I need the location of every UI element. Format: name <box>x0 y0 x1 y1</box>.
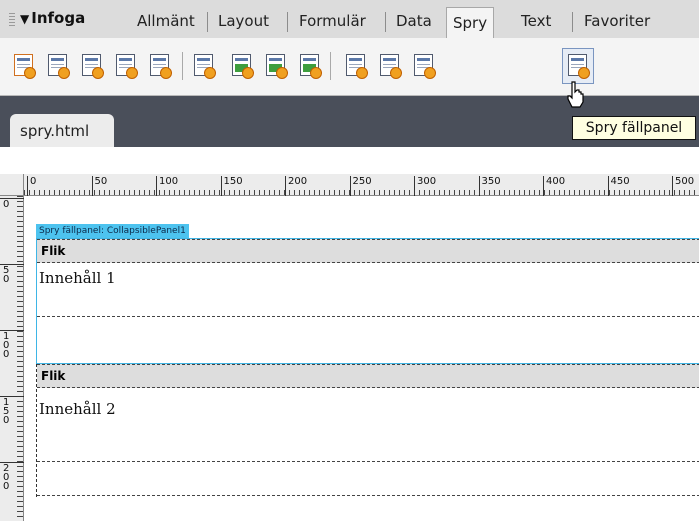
panel-grip-icon[interactable] <box>9 13 15 27</box>
panel-title-label: Infoga <box>31 9 86 27</box>
ruler-tick <box>27 176 28 196</box>
spry-region-icon[interactable] <box>46 52 70 80</box>
ruler-label: 250 <box>352 176 372 187</box>
insert-tab-bar: ▼ Infoga Allmänt Layout Formulär Data Spr… <box>0 0 699 39</box>
spry-panel-label[interactable]: Spry fällpanel: CollapsiblePanel1 <box>36 224 189 238</box>
vertical-ruler: 0 50 100 150 200 <box>0 196 24 521</box>
ruler-label: 350 <box>481 176 501 187</box>
ruler-tick <box>349 176 351 196</box>
panel-tab[interactable]: Flik <box>37 364 699 388</box>
ruler-label: 500 <box>675 176 695 187</box>
panel-title[interactable]: ▼ Infoga <box>20 9 85 27</box>
spry-collapsible-panel-icon[interactable] <box>562 48 594 84</box>
collapsible-panel[interactable]: Flik Innehåll 1 <box>36 238 699 364</box>
ruler-label: 100 <box>3 331 10 360</box>
ruler-corner[interactable] <box>0 174 24 196</box>
ruler-tick <box>543 176 544 196</box>
tab-favoriter[interactable]: Favoriter <box>584 12 650 30</box>
spry-validation-text-icon[interactable] <box>192 52 216 80</box>
ruler-label: 0 <box>3 199 10 210</box>
content-divider <box>37 495 699 497</box>
ruler-tick <box>607 176 609 196</box>
tab-text[interactable]: Text <box>521 12 551 30</box>
ruler-label: 300 <box>417 176 437 187</box>
hand-cursor-icon <box>567 81 584 108</box>
ruler-label: 150 <box>3 397 10 426</box>
spry-menu-bar-icon[interactable] <box>344 52 368 80</box>
ruler-label: 200 <box>288 176 308 187</box>
ruler-tick <box>672 176 673 196</box>
ruler-label: 0 <box>30 176 37 187</box>
spry-table-icon[interactable] <box>148 52 172 80</box>
ruler-label: 50 <box>3 265 10 285</box>
content-divider <box>37 461 699 463</box>
spry-data-set-icon[interactable] <box>12 52 36 80</box>
ruler-tick <box>156 176 157 196</box>
tab-formular[interactable]: Formulär <box>299 12 366 30</box>
ruler-tick <box>414 176 415 196</box>
spry-repeat-list-icon[interactable] <box>114 52 138 80</box>
tab-divider <box>207 12 208 32</box>
spry-tabbed-panels-icon[interactable] <box>378 52 402 80</box>
content-divider <box>37 316 699 318</box>
toolbar-divider <box>330 52 331 80</box>
spry-validation-textarea-icon[interactable] <box>298 52 322 80</box>
insert-panel: ▼ Infoga Allmänt Layout Formulär Data Spr… <box>0 0 699 147</box>
collapse-triangle-icon[interactable]: ▼ <box>20 12 29 26</box>
tab-divider <box>385 12 386 32</box>
ruler-tick <box>91 176 93 196</box>
collapsible-panel[interactable]: Flik Innehåll 2 <box>36 364 699 497</box>
tab-data[interactable]: Data <box>396 12 432 30</box>
tab-spry[interactable]: Spry <box>446 7 495 39</box>
panel-tab[interactable]: Flik <box>37 239 699 263</box>
document-tab[interactable]: spry.html <box>10 114 114 147</box>
ruler-label: 200 <box>3 463 10 492</box>
tab-divider <box>572 12 573 32</box>
ruler-tick <box>285 176 286 196</box>
ruler-label: 50 <box>94 176 108 187</box>
ruler-label: 150 <box>223 176 243 187</box>
ruler-tick <box>478 176 480 196</box>
ruler-label: 400 <box>546 176 566 187</box>
tab-layout[interactable]: Layout <box>218 12 269 30</box>
spry-repeat-icon[interactable] <box>80 52 104 80</box>
spry-toolbar <box>0 38 699 96</box>
panel-content: Innehåll 1 <box>39 269 116 287</box>
tab-divider <box>287 12 288 32</box>
tab-allmant[interactable]: Allmänt <box>137 12 195 30</box>
ruler-label: 100 <box>159 176 179 187</box>
tooltip: Spry fällpanel <box>572 116 696 140</box>
design-view: 0 50 100 150 200 250 300 350 400 450 500 0 50 100 150… <box>0 174 699 521</box>
ruler-label: 450 <box>610 176 630 187</box>
spry-validation-checkbox-icon[interactable] <box>264 52 288 80</box>
spry-accordion-icon[interactable] <box>412 52 436 80</box>
horizontal-ruler: 0 50 100 150 200 250 300 350 400 450 500 <box>24 174 699 196</box>
toolbar-divider <box>182 52 183 80</box>
spry-validation-select-icon[interactable] <box>230 52 254 80</box>
ruler-tick <box>220 176 222 196</box>
panel-content: Innehåll 2 <box>39 400 116 418</box>
